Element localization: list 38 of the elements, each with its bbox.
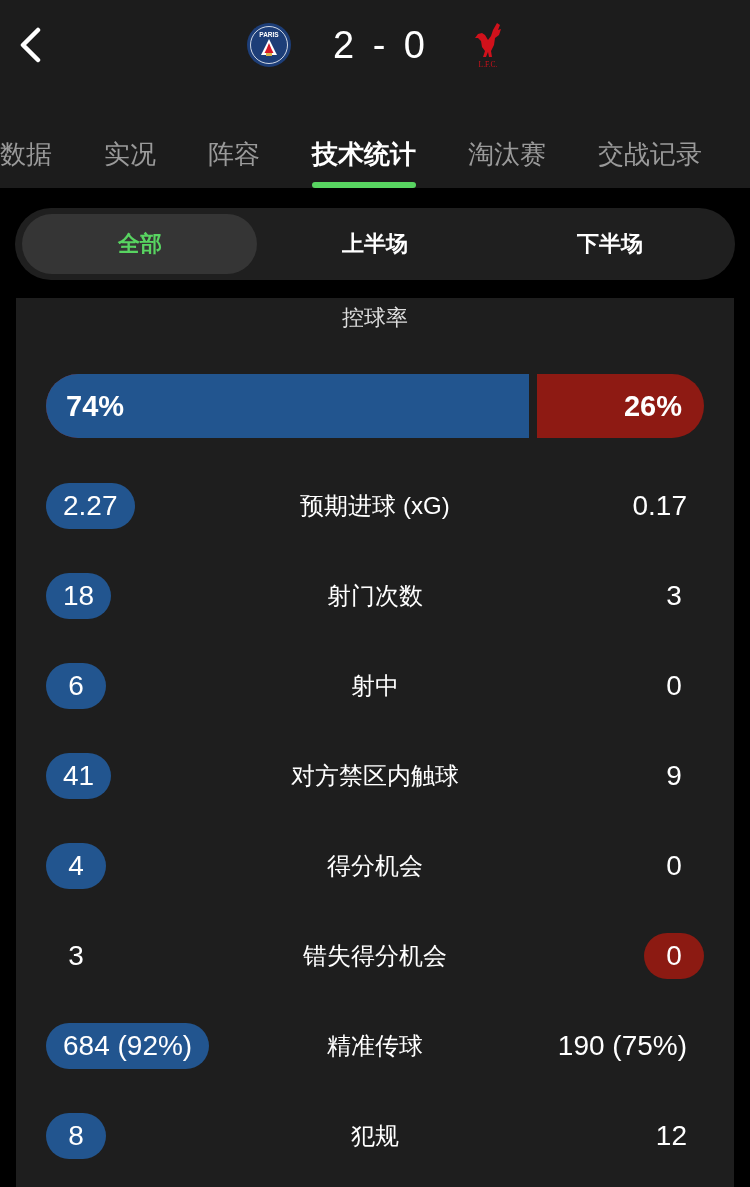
away-value-badge: 0	[644, 933, 704, 979]
tab[interactable]: 阵容	[208, 90, 260, 188]
tab[interactable]: 技术统计	[312, 90, 416, 188]
stat-label: 错失得分机会	[303, 941, 447, 971]
home-possession-value: 74%	[66, 389, 125, 423]
stat-label: 预期进球 (xG)	[300, 491, 450, 521]
period-segment[interactable]: 全部	[22, 214, 258, 274]
stat-label: 射门次数	[327, 581, 423, 611]
home-value-badge: 41	[46, 753, 112, 799]
home-value-badge: 18	[46, 573, 112, 619]
stat-label: 犯规	[351, 1121, 399, 1151]
tab[interactable]: 交战记录	[598, 90, 702, 188]
home-value-badge: 8	[46, 1113, 106, 1159]
tab[interactable]: 实况	[104, 90, 156, 188]
match-score: 2 - 0	[332, 23, 429, 67]
home-value-badge: 6	[46, 663, 106, 709]
home-value-badge: 4	[46, 843, 106, 889]
home-value-badge: 2.27	[46, 483, 135, 529]
tab[interactable]: 数据	[0, 90, 52, 188]
stat-label: 得分机会	[327, 851, 423, 881]
away-value: 12	[654, 1119, 688, 1153]
away-value: 3	[665, 579, 683, 613]
away-possession-value: 26%	[623, 389, 682, 423]
chevron-left-icon	[18, 27, 42, 63]
away-value: 0	[665, 669, 683, 703]
period-segment[interactable]: 下半场	[492, 214, 728, 274]
away-value: 0	[665, 849, 683, 883]
tab[interactable]: 淘汰赛	[468, 90, 546, 188]
stat-label: 对方禁区内触球	[291, 761, 459, 791]
period-segment[interactable]: 上半场	[257, 214, 493, 274]
stat-label: 射中	[351, 671, 399, 701]
home-value: 3	[67, 939, 85, 973]
stat-label: 精准传球	[327, 1031, 423, 1061]
away-value: 0.17	[631, 489, 688, 523]
away-value: 190 (75%)	[556, 1029, 688, 1063]
stat-label: 控球率	[341, 306, 409, 330]
away-value: 9	[665, 759, 683, 793]
home-value-badge: 684 (92%)	[46, 1023, 210, 1069]
